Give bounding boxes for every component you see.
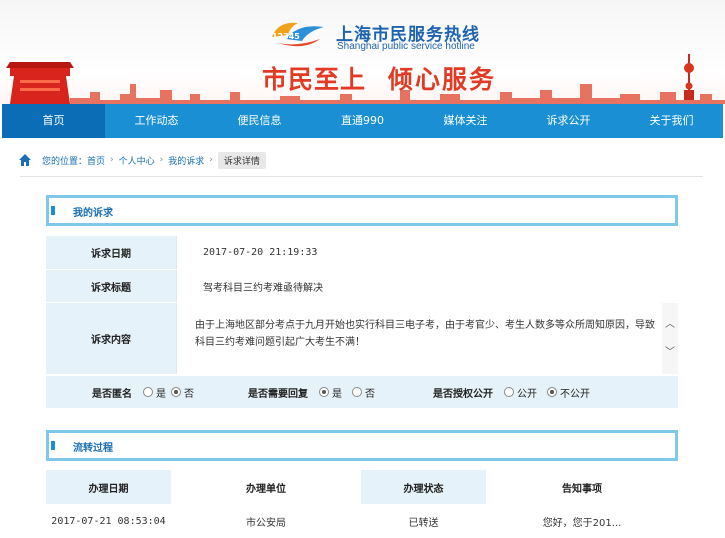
site-banner: 12345 上海市民服务热线 Shanghai public service h…: [0, 0, 725, 104]
appeal-detail-table: 诉求日期 2017-07-20 21:19:33 诉求标题 驾考科目三约考难亟待…: [46, 236, 678, 375]
nav-work-news[interactable]: 工作动态: [105, 104, 208, 138]
appeal-options-row: 是否匿名 是 否 是否需要回复 是 否 是否授权公开 公开 不公开: [46, 376, 678, 408]
chevron-right-icon: ›: [209, 155, 213, 165]
cell-date: 2017-07-21 08:53:04: [46, 504, 171, 538]
anonymous-no-radio[interactable]: [171, 387, 181, 397]
col-header-date: 办理日期: [46, 470, 171, 504]
scrollbar[interactable]: ︿ ﹀: [662, 303, 678, 374]
cell-notice[interactable]: 您好，您于201...: [486, 504, 678, 538]
breadcrumb: 您的位置： 首页 › 个人中心 › 我的诉求 › 诉求详情: [18, 151, 266, 169]
logo-number: 12345: [272, 32, 300, 41]
public-yes-label: 公开: [517, 388, 537, 400]
reply-yes-label: 是: [332, 388, 342, 400]
breadcrumb-personal-center[interactable]: 个人中心: [119, 154, 155, 167]
reply-label: 是否需要回复: [248, 388, 308, 400]
title-label: 诉求标题: [46, 270, 176, 302]
section-marker: [51, 206, 55, 215]
site-subtitle: Shanghai public service hotline: [337, 41, 475, 52]
section-title: 我的诉求: [73, 208, 113, 219]
title-value: 驾考科目三约考难亟待解决: [176, 270, 678, 302]
section-header-process: 流转过程: [46, 430, 678, 461]
breadcrumb-prefix: 您的位置：: [42, 156, 88, 167]
city-skyline-illustration: [6, 54, 725, 104]
detail-row-title: 诉求标题 驾考科目三约考难亟待解决: [46, 270, 678, 303]
cell-status: 已转送: [361, 504, 486, 538]
nav-about[interactable]: 关于我们: [620, 104, 723, 138]
date-label: 诉求日期: [46, 236, 176, 269]
anonymous-yes-radio[interactable]: [143, 387, 153, 397]
breadcrumb-current: 诉求详情: [217, 151, 266, 169]
divider: [20, 176, 703, 177]
breadcrumb-home[interactable]: 首页: [87, 154, 105, 167]
anonymous-yes-label: 是: [156, 388, 166, 400]
reply-yes-radio[interactable]: [319, 387, 329, 397]
nav-home[interactable]: 首页: [2, 104, 105, 138]
public-no-radio[interactable]: [547, 387, 557, 397]
public-yes-radio[interactable]: [504, 387, 514, 397]
reply-no-label: 否: [365, 388, 375, 400]
content-textarea[interactable]: 由于上海地区部分考点于九月开始也实行科目三电子考，由于考官少、考生人数多等众所周…: [176, 303, 678, 374]
nav-direct-990[interactable]: 直通990: [311, 104, 414, 138]
hotline-logo-icon: 12345: [272, 22, 324, 47]
public-label: 是否授权公开: [433, 388, 493, 400]
cell-unit: 市公安局: [171, 504, 361, 538]
date-value: 2017-07-20 21:19:33: [176, 236, 678, 269]
col-header-status: 办理状态: [361, 470, 486, 504]
section-marker: [51, 441, 55, 450]
col-header-notice: 告知事项: [486, 470, 678, 504]
anonymous-label: 是否匿名: [92, 388, 132, 400]
reply-group: 是否需要回复 是 否: [248, 385, 375, 400]
section-header-my-appeal: 我的诉求: [46, 195, 678, 226]
nav-appeal-public[interactable]: 诉求公开: [517, 104, 620, 138]
nav-public-info[interactable]: 便民信息: [208, 104, 311, 138]
content-label: 诉求内容: [46, 303, 176, 374]
chevron-up-icon[interactable]: ︿: [665, 315, 675, 330]
breadcrumb-my-appeals[interactable]: 我的诉求: [168, 154, 204, 167]
reply-no-radio[interactable]: [352, 387, 362, 397]
section-title: 流转过程: [73, 443, 113, 454]
anonymous-group: 是否匿名 是 否: [92, 385, 194, 400]
process-table: 办理日期 办理单位 办理状态 告知事项 2017-07-21 08:53:04 …: [46, 470, 678, 538]
content-value: 由于上海地区部分考点于九月开始也实行科目三电子考，由于考官少、考生人数多等众所周…: [195, 320, 655, 348]
detail-row-date: 诉求日期 2017-07-20 21:19:33: [46, 236, 678, 270]
process-table-header: 办理日期 办理单位 办理状态 告知事项: [46, 470, 678, 504]
detail-row-content: 诉求内容 由于上海地区部分考点于九月开始也实行科目三电子考，由于考官少、考生人数…: [46, 303, 678, 375]
col-header-unit: 办理单位: [171, 470, 361, 504]
public-group: 是否授权公开 公开 不公开: [433, 385, 590, 400]
anonymous-no-label: 否: [184, 388, 194, 400]
home-icon: [19, 154, 31, 166]
chevron-down-icon[interactable]: ﹀: [665, 343, 675, 358]
main-nav: 首页 工作动态 便民信息 直通990 媒体关注 诉求公开 关于我们: [2, 104, 723, 138]
table-row: 2017-07-21 08:53:04 市公安局 已转送 您好，您于201...: [46, 504, 678, 538]
nav-media[interactable]: 媒体关注: [414, 104, 517, 138]
chevron-right-icon: ›: [110, 155, 114, 165]
chevron-right-icon: ›: [159, 155, 164, 165]
public-no-label: 不公开: [560, 388, 590, 400]
